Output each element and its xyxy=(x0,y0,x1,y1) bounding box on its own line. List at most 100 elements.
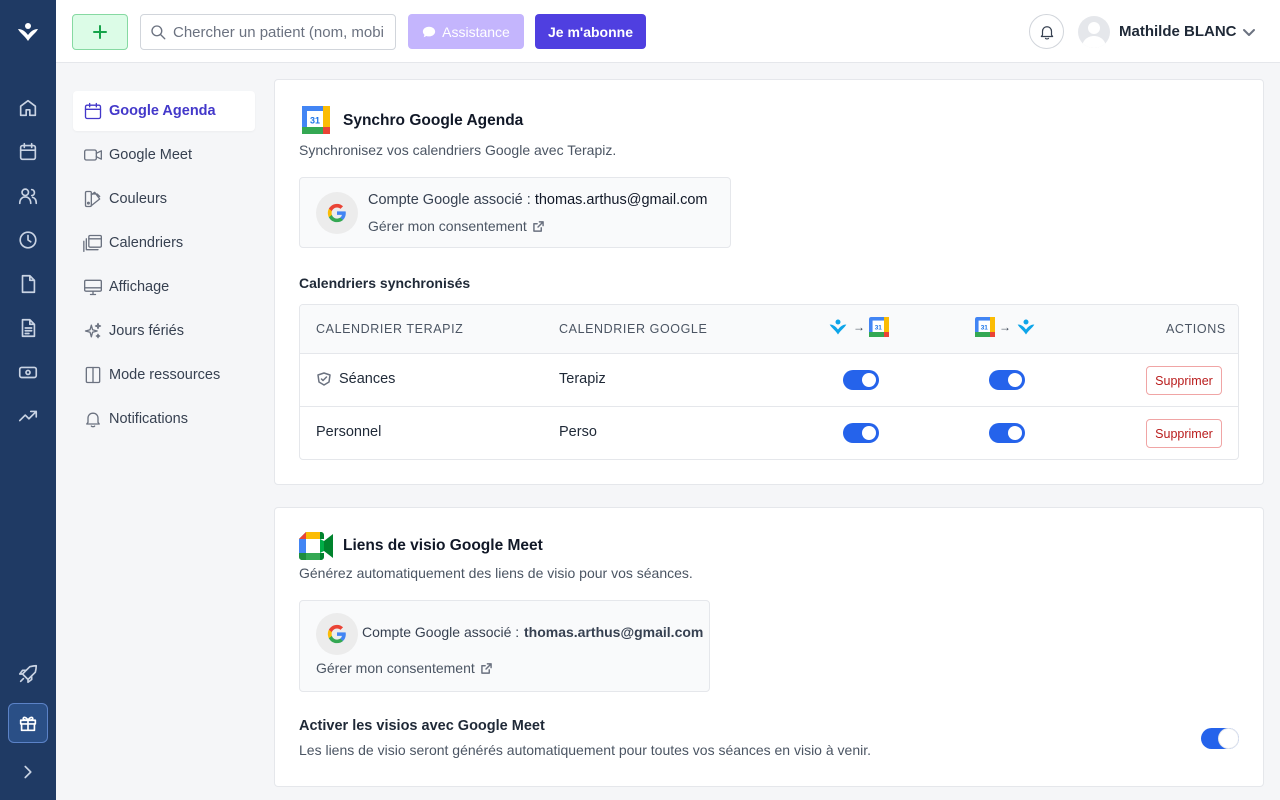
toggle-google-to-terapiz[interactable] xyxy=(989,423,1025,443)
synced-calendars-table: CALENDRIER TERAPIZ CALENDRIER GOOGLE → 3… xyxy=(299,304,1239,460)
sync-description: Synchronisez vos calendriers Google avec… xyxy=(299,142,617,158)
patient-search xyxy=(140,14,396,50)
calendar-icon xyxy=(82,100,104,122)
terapiz-icon xyxy=(1017,319,1035,335)
consent-link-label: Gérer mon consentement xyxy=(316,660,475,676)
left-rail xyxy=(0,0,56,800)
top-bar: Assistance Je m'abonne Mathilde BLANC xyxy=(56,0,1280,63)
menu-item-jours-feries[interactable]: Jours fériés xyxy=(73,311,255,351)
calendar-icon[interactable] xyxy=(16,140,40,164)
menu-item-label: Couleurs xyxy=(109,191,168,207)
menu-item-google-meet[interactable]: Google Meet xyxy=(73,135,255,175)
menu-item-label: Notifications xyxy=(109,411,188,427)
delete-button[interactable]: Supprimer xyxy=(1146,419,1222,448)
activate-visio-description: Les liens de visio seront générés automa… xyxy=(299,742,871,758)
video-icon xyxy=(82,144,104,166)
meet-account-email: thomas.arthus@gmail.com xyxy=(524,624,704,640)
svg-text:31: 31 xyxy=(981,325,989,332)
users-icon[interactable] xyxy=(16,184,40,208)
gift-button[interactable] xyxy=(8,703,48,743)
delete-label: Supprimer xyxy=(1155,373,1213,388)
column-actions: ACTIONS xyxy=(1166,322,1226,336)
session-shield-icon xyxy=(317,372,331,386)
google-g-icon xyxy=(316,192,358,234)
table-row: Séances Terapiz Supprimer xyxy=(300,354,1238,407)
avatar[interactable] xyxy=(1078,16,1110,48)
menu-item-label: Mode ressources xyxy=(109,367,221,383)
home-icon[interactable] xyxy=(16,96,40,120)
arrow-right-icon: → xyxy=(853,320,865,334)
monitor-icon xyxy=(82,276,104,298)
google-calendar-name: Terapiz xyxy=(559,371,606,387)
search-icon xyxy=(151,25,166,40)
menu-item-couleurs[interactable]: Couleurs xyxy=(73,179,255,219)
google-calendar-name: Perso xyxy=(559,424,597,440)
menu-item-label: Google Meet xyxy=(109,147,193,163)
consent-link-label: Gérer mon consentement xyxy=(368,218,527,234)
money-icon[interactable] xyxy=(16,360,40,384)
meet-description: Générez automatiquement des liens de vis… xyxy=(299,565,693,581)
google-account-box: Compte Google associé : thomas.arthus@gm… xyxy=(299,177,731,248)
user-name[interactable]: Mathilde BLANC xyxy=(1119,23,1237,40)
trending-icon[interactable] xyxy=(16,404,40,428)
menu-item-google-agenda[interactable]: Google Agenda xyxy=(73,91,255,131)
google-calendar-icon: 31 xyxy=(302,106,330,134)
google-meet-icon xyxy=(299,532,333,560)
google-calendar-icon: 31 xyxy=(975,317,995,337)
activate-visio-toggle[interactable] xyxy=(1201,728,1239,749)
assistance-label: Assistance xyxy=(442,23,510,40)
menu-item-affichage[interactable]: Affichage xyxy=(73,267,255,307)
google-agenda-sync-card: 31 Synchro Google Agenda Synchronisez vo… xyxy=(274,79,1264,485)
toggle-google-to-terapiz[interactable] xyxy=(989,370,1025,390)
notifications-bell-button[interactable] xyxy=(1029,14,1064,49)
menu-item-label: Google Agenda xyxy=(109,103,216,119)
terapiz-calendar-name: Personnel xyxy=(316,424,382,440)
meet-consent-link[interactable]: Gérer mon consentement xyxy=(316,660,492,676)
settings-menu: Google Agenda Google Meet Couleurs Calen… xyxy=(73,91,255,443)
chat-icon xyxy=(423,26,436,37)
toggle-terapiz-to-google[interactable] xyxy=(843,423,879,443)
clock-icon[interactable] xyxy=(16,228,40,252)
subscribe-label: Je m'abonne xyxy=(547,23,634,40)
add-button[interactable] xyxy=(72,14,128,50)
menu-item-calendriers[interactable]: Calendriers xyxy=(73,223,255,263)
google-g-icon xyxy=(316,613,358,655)
column-terapiz-to-google: → 31 xyxy=(827,317,889,337)
menu-item-label: Jours fériés xyxy=(109,323,184,339)
subscribe-button[interactable]: Je m'abonne xyxy=(535,14,646,49)
consent-link[interactable]: Gérer mon consentement xyxy=(368,218,544,234)
file-icon[interactable] xyxy=(16,272,40,296)
account-label: Compte Google associé : thomas.arthus@gm… xyxy=(368,192,708,208)
terapiz-calendar-cell: Séances xyxy=(316,371,395,387)
account-label-text: Compte Google associé : xyxy=(368,192,535,208)
bell-icon xyxy=(82,408,104,430)
columns-icon xyxy=(82,364,104,386)
column-google-to-terapiz: 31 → xyxy=(975,317,1037,337)
assistance-button[interactable]: Assistance xyxy=(408,14,524,49)
menu-item-mode-ressources[interactable]: Mode ressources xyxy=(73,355,255,395)
chevron-right-icon[interactable] xyxy=(16,760,40,784)
menu-item-notifications[interactable]: Notifications xyxy=(73,399,255,439)
svg-text:31: 31 xyxy=(310,116,320,126)
rocket-icon[interactable] xyxy=(16,662,40,686)
account-email: thomas.arthus@gmail.com xyxy=(534,192,708,208)
google-meet-card: Liens de visio Google Meet Générez autom… xyxy=(274,507,1264,787)
activate-visio-title: Activer les visios avec Google Meet xyxy=(299,718,545,734)
document-icon[interactable] xyxy=(16,316,40,340)
arrow-right-icon: → xyxy=(999,320,1011,334)
table-header: CALENDRIER TERAPIZ CALENDRIER GOOGLE → 3… xyxy=(300,305,1238,354)
gift-icon xyxy=(19,716,37,732)
column-terapiz: CALENDRIER TERAPIZ xyxy=(316,322,464,336)
plus-icon xyxy=(93,25,107,39)
google-calendar-icon: 31 xyxy=(869,317,889,337)
external-link-icon xyxy=(480,662,492,674)
delete-button[interactable]: Supprimer xyxy=(1146,366,1222,395)
menu-item-label: Calendriers xyxy=(109,235,184,251)
table-row: Personnel Perso Supprimer xyxy=(300,407,1238,459)
bell-icon xyxy=(1040,25,1053,40)
chevron-down-icon[interactable] xyxy=(1242,25,1256,39)
terapiz-icon xyxy=(829,319,847,335)
toggle-terapiz-to-google[interactable] xyxy=(843,370,879,390)
terapiz-logo[interactable] xyxy=(16,20,40,44)
search-input[interactable] xyxy=(173,23,383,41)
